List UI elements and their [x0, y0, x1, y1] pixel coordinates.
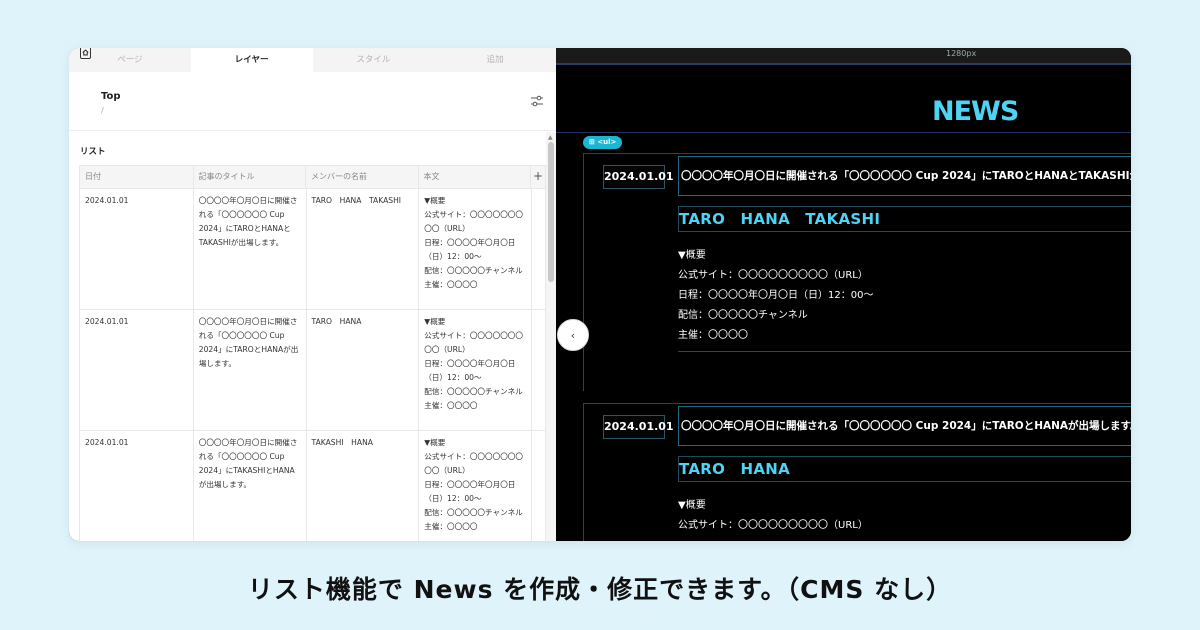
cell-body[interactable]: ▼概要 公式サイト：〇〇〇〇〇〇〇〇〇（URL） 日程：〇〇〇〇年〇月〇日（日）…: [419, 431, 533, 541]
tab-layer[interactable]: レイヤー: [190, 48, 313, 72]
page-header: Top /: [69, 48, 556, 131]
news-item-members[interactable]: TARO HANA TAKASHI: [678, 206, 1131, 232]
preview-canvas[interactable]: 1280px NEWS ⊞ <ul> 2024.01.01 〇〇〇〇年〇月〇日に…: [556, 48, 1131, 541]
chevron-left-icon: ‹: [570, 328, 576, 342]
column-header-body[interactable]: 本文: [419, 166, 532, 188]
cell-title[interactable]: 〇〇〇〇年〇月〇日に開催される「〇〇〇〇〇〇 Cup 2024」にTAROとHA…: [194, 310, 307, 430]
table-row[interactable]: 2024.01.01 〇〇〇〇年〇月〇日に開催される「〇〇〇〇〇〇 Cup 20…: [79, 431, 547, 541]
guide-line: [556, 132, 1131, 133]
news-item-body[interactable]: ▼概要 公式サイト：〇〇〇〇〇〇〇〇〇（URL） 日程：〇〇〇〇年〇月〇日（日）…: [678, 242, 1131, 352]
tab-style[interactable]: スタイル: [313, 48, 435, 72]
caption: リスト機能で News を作成・修正できます。（CMS なし）: [247, 575, 953, 604]
panel-tabs: ページ レイヤー スタイル 追加: [69, 48, 556, 72]
cell-empty: [532, 310, 547, 430]
news-item-body[interactable]: ▼概要 公式サイト：〇〇〇〇〇〇〇〇〇（URL）: [678, 492, 1131, 541]
app-window: ページ レイヤー スタイル 追加 Top / リスト 日付 記事のタイトル メン…: [69, 48, 1131, 541]
news-item-date[interactable]: 2024.01.01: [603, 415, 674, 439]
list-table: 日付 記事のタイトル メンバーの名前 本文 + 2024.01.01 〇〇〇〇年…: [79, 165, 547, 541]
cell-body[interactable]: ▼概要 公式サイト：〇〇〇〇〇〇〇〇〇（URL） 日程：〇〇〇〇年〇月〇日（日）…: [419, 189, 533, 309]
settings-sliders-icon[interactable]: [530, 94, 544, 108]
news-item-headline[interactable]: 〇〇〇〇年〇月〇日に開催される「〇〇〇〇〇〇 Cup 2024」にTAROとHA…: [678, 406, 1131, 446]
width-ruler: 1280px: [556, 48, 1131, 65]
page-path: /: [101, 106, 104, 115]
list-label: リスト: [80, 147, 106, 157]
cell-title[interactable]: 〇〇〇〇年〇月〇日に開催される「〇〇〇〇〇〇 Cup 2024」にTAROとHA…: [194, 189, 307, 309]
news-item-headline[interactable]: 〇〇〇〇年〇月〇日に開催される「〇〇〇〇〇〇 Cup 2024」にTAROとHA…: [678, 156, 1131, 196]
news-item[interactable]: 2024.01.01 〇〇〇〇年〇月〇日に開催される「〇〇〇〇〇〇 Cup 20…: [583, 403, 1131, 541]
cell-title[interactable]: 〇〇〇〇年〇月〇日に開催される「〇〇〇〇〇〇 Cup 2024」にTAKASHI…: [194, 431, 307, 541]
cell-empty: [532, 189, 547, 309]
ruler-label: 1280px: [946, 49, 977, 58]
news-item-date[interactable]: 2024.01.01: [603, 165, 674, 189]
cell-empty: [532, 431, 547, 541]
scroll-up-icon[interactable]: ▲: [548, 134, 553, 141]
table-row[interactable]: 2024.01.01 〇〇〇〇年〇月〇日に開催される「〇〇〇〇〇〇 Cup 20…: [79, 189, 547, 310]
left-panel: ページ レイヤー スタイル 追加 Top / リスト 日付 記事のタイトル メン…: [69, 48, 556, 541]
news-heading[interactable]: NEWS: [932, 96, 1019, 127]
cell-members[interactable]: TARO HANA TAKASHI: [307, 189, 420, 309]
column-header-date[interactable]: 日付: [80, 166, 194, 188]
add-column-button[interactable]: +: [531, 166, 545, 188]
tab-add[interactable]: 追加: [434, 48, 556, 72]
cell-date[interactable]: 2024.01.01: [80, 189, 194, 309]
scroll-thumb[interactable]: [548, 142, 554, 282]
cell-body[interactable]: ▼概要 公式サイト：〇〇〇〇〇〇〇〇〇（URL） 日程：〇〇〇〇年〇月〇日（日）…: [419, 310, 533, 430]
cell-date[interactable]: 2024.01.01: [80, 310, 194, 430]
vertical-scrollbar[interactable]: ▲: [546, 132, 556, 541]
home-icon: [80, 48, 91, 59]
column-header-members[interactable]: メンバーの名前: [306, 166, 419, 188]
cell-members[interactable]: TARO HANA: [307, 310, 420, 430]
cell-date[interactable]: 2024.01.01: [80, 431, 194, 541]
table-row[interactable]: 2024.01.01 〇〇〇〇年〇月〇日に開催される「〇〇〇〇〇〇 Cup 20…: [79, 310, 547, 431]
news-item[interactable]: 2024.01.01 〇〇〇〇年〇月〇日に開催される「〇〇〇〇〇〇 Cup 20…: [583, 153, 1131, 391]
cell-members[interactable]: TAKASHI HANA: [307, 431, 420, 541]
collapse-panel-button[interactable]: ‹: [557, 319, 589, 351]
news-item-members[interactable]: TARO HANA: [678, 456, 1131, 482]
ul-element-badge[interactable]: ⊞ <ul>: [583, 136, 623, 149]
page-title: Top: [101, 91, 121, 102]
table-header: 日付 記事のタイトル メンバーの名前 本文 +: [79, 165, 546, 189]
column-header-title[interactable]: 記事のタイトル: [194, 166, 307, 188]
ul-badge-label: <ul>: [597, 138, 617, 146]
